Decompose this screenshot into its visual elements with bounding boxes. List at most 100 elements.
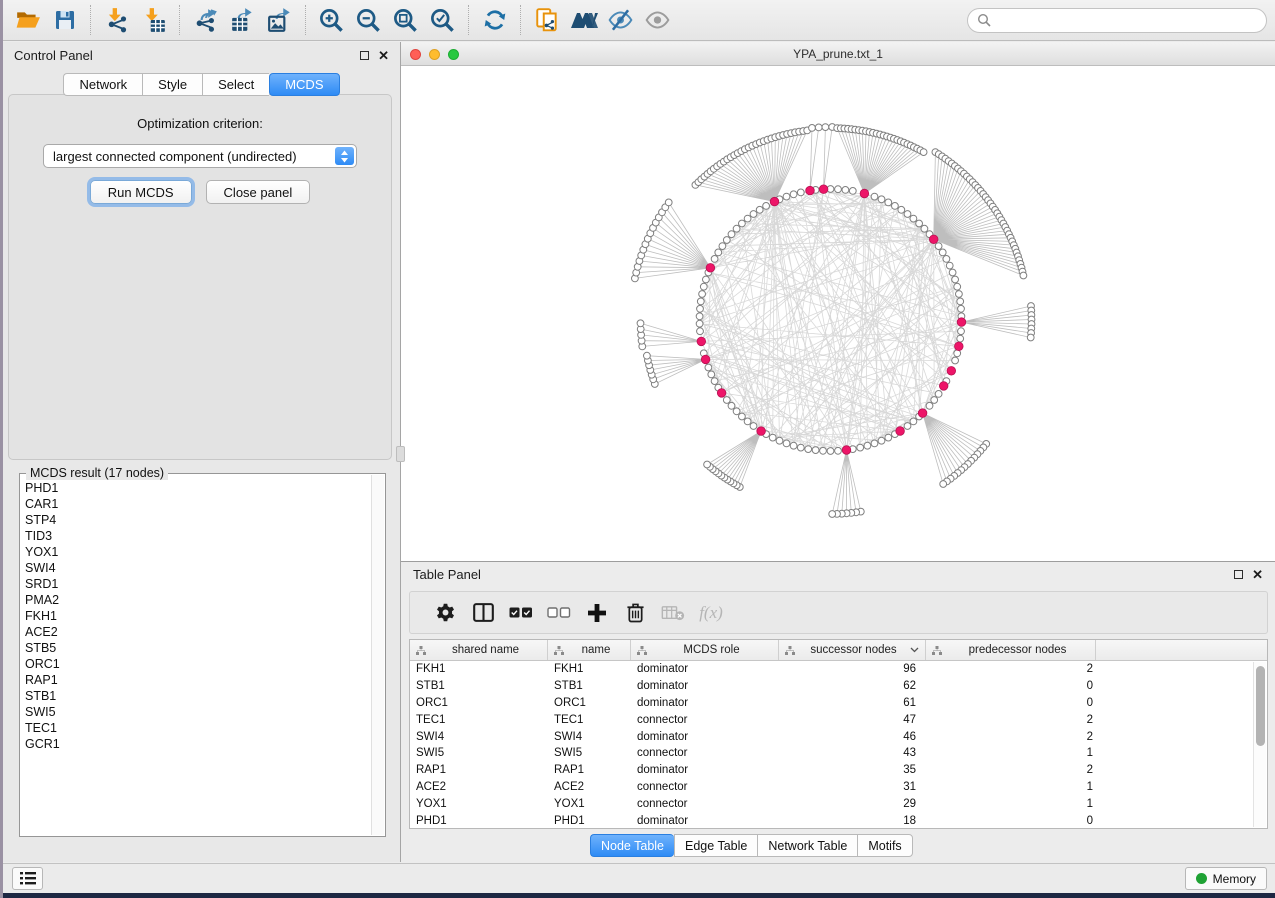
task-history-button[interactable]: [12, 867, 43, 890]
zoom-fit-button[interactable]: [387, 3, 424, 37]
table-scrollbar[interactable]: [1253, 662, 1266, 827]
table-mode-button[interactable]: [426, 596, 464, 630]
table-row[interactable]: SWI5SWI5connector431: [410, 745, 1267, 762]
close-table-panel-icon[interactable]: ✕: [1252, 568, 1263, 581]
minimize-window-icon[interactable]: [429, 49, 440, 60]
table-row[interactable]: ACE2ACE2connector311: [410, 779, 1267, 796]
open-file-button[interactable]: [9, 3, 46, 37]
table-cell: SWI5: [410, 745, 548, 762]
sort-descending-icon: [910, 647, 919, 653]
network-report-button[interactable]: [528, 3, 565, 37]
run-mcds-button[interactable]: Run MCDS: [90, 180, 192, 204]
tab-mcds[interactable]: MCDS: [269, 73, 339, 96]
table-cell: ACE2: [410, 779, 548, 796]
zoom-selected-button[interactable]: [424, 3, 461, 37]
zoom-fit-icon: [392, 7, 419, 34]
network-canvas[interactable]: [401, 66, 1275, 561]
mcds-result-item[interactable]: STB1: [21, 688, 370, 704]
table-row[interactable]: YOX1YOX1connector291: [410, 796, 1267, 813]
criterion-dropdown[interactable]: largest connected component (undirected): [43, 144, 357, 168]
table-row[interactable]: SWI4SWI4dominator462: [410, 729, 1267, 746]
table-cell: dominator: [631, 813, 779, 829]
tab-network[interactable]: Network: [63, 73, 142, 96]
function-builder-button[interactable]: f(x): [692, 596, 730, 630]
search-field[interactable]: [967, 8, 1267, 33]
memory-button[interactable]: Memory: [1185, 867, 1267, 890]
column-type-icon: [785, 646, 795, 655]
deselect-all-button[interactable]: [540, 596, 578, 630]
tab-motifs[interactable]: Motifs: [857, 834, 912, 857]
tab-network-table[interactable]: Network Table: [757, 834, 857, 857]
mcds-result-item[interactable]: PMA2: [21, 592, 370, 608]
column-header-successor-nodes[interactable]: successor nodes: [779, 640, 926, 660]
hide-selected-button[interactable]: [602, 3, 639, 37]
mcds-result-item[interactable]: FKH1: [21, 608, 370, 624]
export-network-button[interactable]: [187, 3, 224, 37]
export-image-button[interactable]: [261, 3, 298, 37]
table-row[interactable]: PHD1PHD1dominator180: [410, 813, 1267, 829]
table-cell: 43: [779, 745, 926, 762]
float-table-panel-icon[interactable]: [1234, 570, 1243, 579]
search-input[interactable]: [997, 13, 1257, 28]
mcds-result-item[interactable]: SRD1: [21, 576, 370, 592]
mcds-result-item[interactable]: SWI5: [21, 704, 370, 720]
table-cell: 2: [926, 729, 1096, 746]
tab-node-table[interactable]: Node Table: [590, 834, 674, 857]
close-window-icon[interactable]: [410, 49, 421, 60]
network-window-titlebar[interactable]: YPA_prune.txt_1: [401, 42, 1275, 66]
mcds-result-item[interactable]: PHD1: [21, 480, 370, 496]
mcds-result-item[interactable]: RAP1: [21, 672, 370, 688]
dropdown-stepper-icon[interactable]: [335, 147, 354, 165]
mcds-result-item[interactable]: GCR1: [21, 736, 370, 752]
panel-splitter-grip[interactable]: [396, 446, 405, 462]
save-session-button[interactable]: [46, 3, 83, 37]
toolbar-separator: [520, 5, 521, 35]
mcds-result-item[interactable]: ACE2: [21, 624, 370, 640]
show-hide-columns-button[interactable]: [464, 596, 502, 630]
mcds-result-item[interactable]: ORC1: [21, 656, 370, 672]
tab-select[interactable]: Select: [202, 73, 269, 96]
float-panel-icon[interactable]: [360, 51, 369, 60]
table-cell: 96: [779, 661, 926, 678]
mcds-result-item[interactable]: STP4: [21, 512, 370, 528]
table-cell: ORC1: [548, 695, 631, 712]
table-row[interactable]: STB1STB1dominator620: [410, 678, 1267, 695]
create-column-button[interactable]: [578, 596, 616, 630]
tab-style[interactable]: Style: [142, 73, 202, 96]
import-table-button[interactable]: [135, 3, 172, 37]
first-neighbors-button[interactable]: [565, 3, 602, 37]
mcds-result-item[interactable]: SWI4: [21, 560, 370, 576]
table-scrollbar-thumb[interactable]: [1256, 666, 1265, 746]
maximize-window-icon[interactable]: [448, 49, 459, 60]
table-panel: Table Panel ✕: [401, 562, 1275, 862]
memory-label: Memory: [1213, 872, 1256, 886]
export-table-button[interactable]: [224, 3, 261, 37]
show-all-button[interactable]: [639, 3, 676, 37]
update-view-button[interactable]: [476, 3, 513, 37]
close-panel-button[interactable]: Close panel: [206, 180, 311, 204]
zoom-out-button[interactable]: [350, 3, 387, 37]
select-all-button[interactable]: [502, 596, 540, 630]
mcds-result-item[interactable]: TEC1: [21, 720, 370, 736]
table-row[interactable]: RAP1RAP1dominator352: [410, 762, 1267, 779]
table-row[interactable]: TEC1TEC1connector472: [410, 712, 1267, 729]
close-panel-icon[interactable]: ✕: [378, 49, 389, 62]
mcds-list-scrollbar[interactable]: [371, 475, 384, 835]
mcds-result-item[interactable]: YOX1: [21, 544, 370, 560]
delete-columns-button[interactable]: [616, 596, 654, 630]
table-row[interactable]: ORC1ORC1dominator610: [410, 695, 1267, 712]
tab-edge-table[interactable]: Edge Table: [674, 834, 757, 857]
column-header-predecessor-nodes[interactable]: predecessor nodes: [926, 640, 1096, 660]
delete-table-button[interactable]: [654, 596, 692, 630]
mcds-result-item[interactable]: STB5: [21, 640, 370, 656]
zoom-in-button[interactable]: [313, 3, 350, 37]
mcds-result-item[interactable]: TID3: [21, 528, 370, 544]
table-cell: YOX1: [410, 796, 548, 813]
mcds-result-item[interactable]: CAR1: [21, 496, 370, 512]
column-header-MCDS-role[interactable]: MCDS role: [631, 640, 779, 660]
column-header-name[interactable]: name: [548, 640, 631, 660]
table-row[interactable]: FKH1FKH1dominator962: [410, 661, 1267, 678]
import-network-icon: [104, 7, 130, 33]
column-header-shared-name[interactable]: shared name: [410, 640, 548, 660]
import-network-button[interactable]: [98, 3, 135, 37]
